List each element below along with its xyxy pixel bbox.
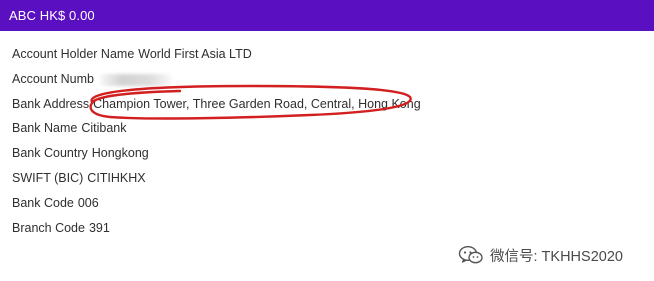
branch-code-value: 391 <box>88 220 110 235</box>
header-title: ABC HK$ 0.00 <box>9 8 95 23</box>
swift-label: SWIFT (BIC) <box>12 170 84 185</box>
detail-row-account-holder-name: Account Holder Name World First Asia LTD <box>12 42 421 67</box>
red-circle-annotation <box>89 84 412 120</box>
branch-code-label: Branch Code <box>12 220 85 235</box>
bank-country-label: Bank Country <box>12 146 88 161</box>
bank-address-label: Bank Address <box>12 96 90 111</box>
detail-row-swift: SWIFT (BIC) CITIHKHX <box>12 166 421 191</box>
detail-row-branch-code: Branch Code 391 <box>12 216 421 241</box>
bank-name-label: Bank Name <box>12 121 78 136</box>
wechat-logo-icon <box>458 245 483 264</box>
account-holder-name-label: Account Holder Name <box>12 47 135 61</box>
detail-row-bank-code: Bank Code 006 <box>12 191 421 216</box>
bank-country-value: Hongkong <box>91 146 149 161</box>
bank-code-label: Bank Code <box>12 195 74 210</box>
detail-row-bank-country: Bank Country Hongkong <box>12 141 421 166</box>
swift-value: CITIHKHX <box>87 170 146 185</box>
wechat-watermark: 微信号: TKHHS2020 <box>458 244 623 266</box>
bank-code-value: 006 <box>77 195 99 210</box>
bank-details-list: Account Holder Name World First Asia LTD … <box>12 42 421 240</box>
watermark-text: 微信号: TKHHS2020 <box>490 248 623 265</box>
account-header: ABC HK$ 0.00 <box>0 0 654 31</box>
account-holder-name-value: World First Asia LTD <box>138 47 252 61</box>
